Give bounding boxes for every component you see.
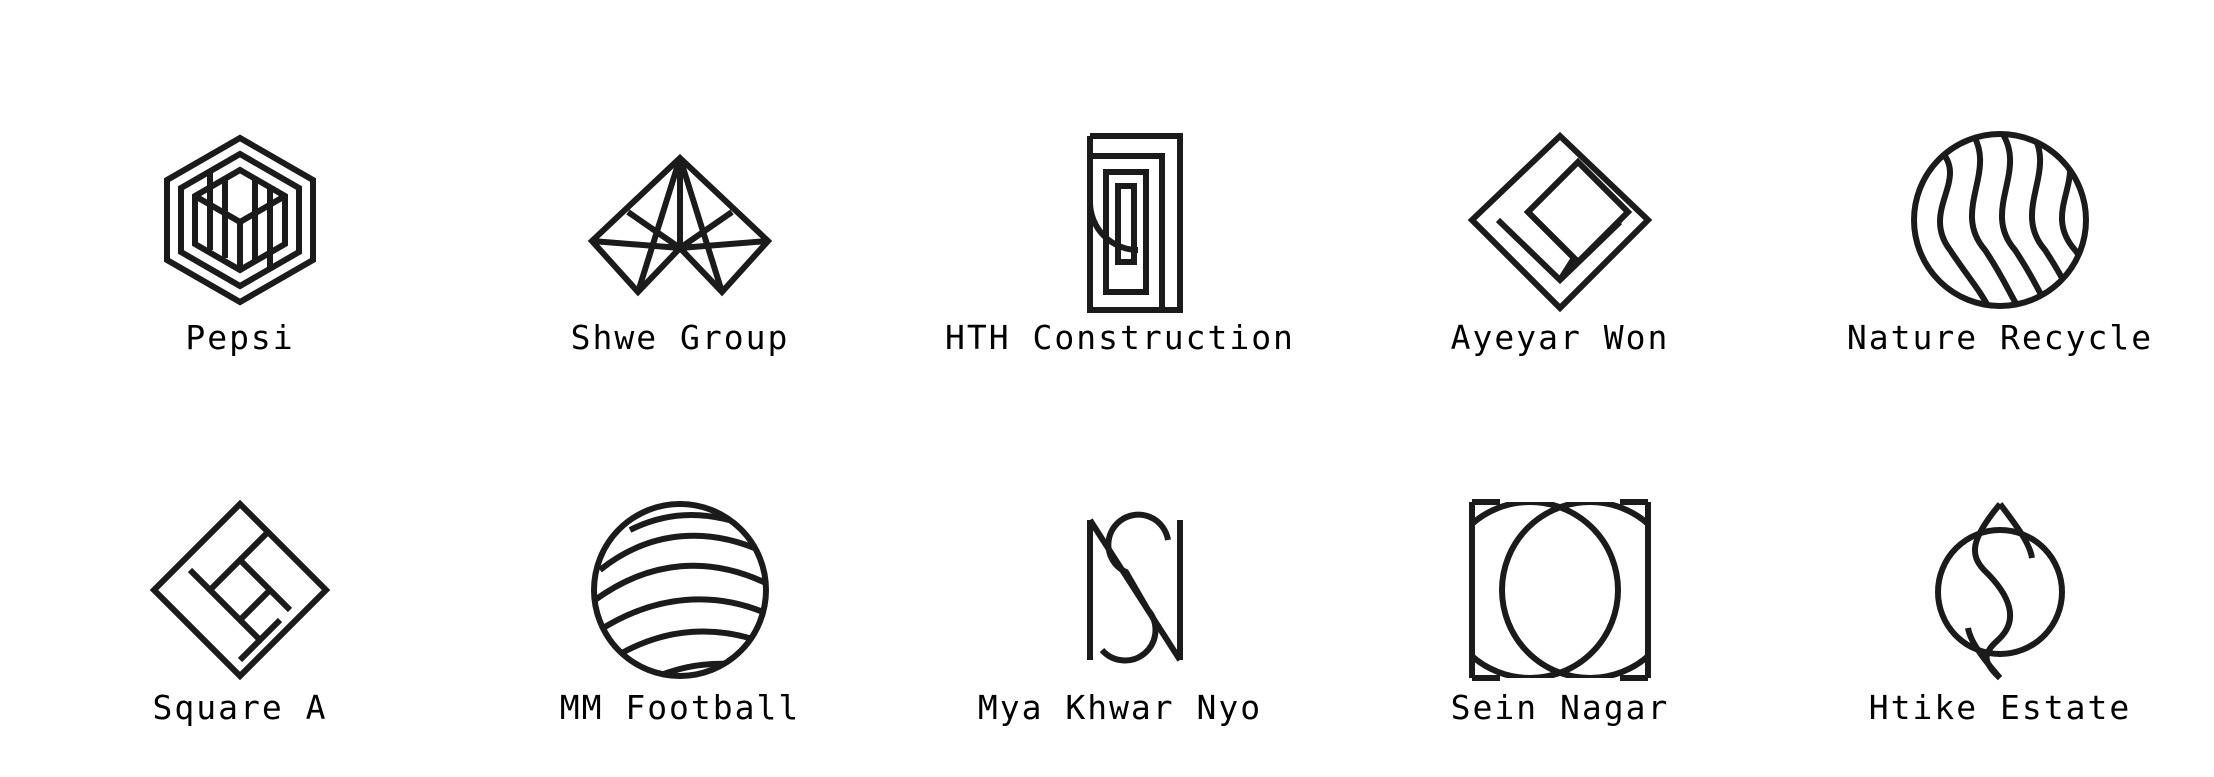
logo-name: Htike Estate [1868, 688, 2132, 727]
logo-card-mm-football: MM Football [480, 500, 880, 760]
ns-monogram-icon [1087, 511, 1183, 664]
logo-card-nature-recycle: Nature Recycle [1800, 130, 2200, 390]
isometric-cube-icon [164, 134, 316, 306]
circle-leaf-icon [1935, 502, 2065, 681]
logo-card-shwe-group: Shwe Group [480, 130, 880, 390]
logo-name: Ayeyar Won [1450, 318, 1670, 357]
logo-name: Shwe Group [570, 318, 790, 357]
wave-circle-icon [1911, 131, 2089, 309]
logo-name: HTH Construction [945, 318, 1295, 357]
logo-card-hth-construction: HTH Construction [920, 130, 1320, 390]
overlapping-circles-icon [1469, 499, 1651, 681]
logo-card-square-a: Square A [40, 499, 440, 760]
logo-name: Pepsi [185, 318, 295, 357]
logo-card-htike-estate: Htike Estate [1800, 500, 2200, 760]
logo-name: Sein Nagar [1450, 688, 1670, 727]
nested-diamond-icon [1467, 131, 1653, 313]
logo-card-sein-nagar: Sein Nagar [1360, 499, 1760, 760]
logo-card-pepsi: Pepsi [40, 130, 440, 390]
spiral-diamond-icon [149, 499, 331, 681]
logo-name: Nature Recycle [1846, 318, 2154, 357]
logo-name: Mya Khwar Nyo [977, 688, 1263, 727]
logo-card-ayeyar-won: Ayeyar Won [1360, 130, 1760, 390]
logo-name: MM Football [559, 688, 801, 727]
striped-ball-icon [591, 501, 769, 679]
faceted-diamond-icon [587, 153, 773, 297]
logo-card-mya-khwar-nyo: Mya Khwar Nyo [920, 500, 1320, 760]
logo-name: Square A [152, 688, 328, 727]
nested-rectangles-icon [1087, 133, 1183, 313]
